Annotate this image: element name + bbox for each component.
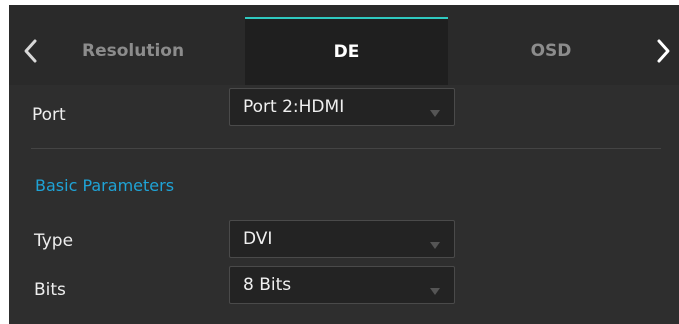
chevron-left-icon[interactable] <box>15 29 45 73</box>
caret-down-icon <box>430 235 440 249</box>
divider <box>31 148 661 149</box>
section-title-basic-parameters: Basic Parameters <box>35 176 175 195</box>
chevron-right-icon[interactable] <box>649 29 679 73</box>
bits-label: Bits <box>34 280 66 300</box>
caret-down-icon <box>430 103 440 117</box>
tab-resolution-label: Resolution <box>82 41 185 61</box>
type-select[interactable]: DVI <box>229 220 455 258</box>
tab-de-label: DE <box>333 42 360 62</box>
caret-down-icon <box>430 281 440 295</box>
port-select-value: Port 2:HDMI <box>243 97 345 117</box>
bits-select-value: 8 Bits <box>243 275 292 295</box>
tab-osd[interactable]: OSD <box>448 17 654 85</box>
tab-resolution[interactable]: Resolution <box>49 17 245 85</box>
type-select-value: DVI <box>243 229 273 249</box>
settings-panel: Resolution DE OSD Port Port 2:HDMI Basic… <box>9 5 679 324</box>
tab-bar: Resolution DE OSD <box>9 5 679 85</box>
bits-select[interactable]: 8 Bits <box>229 266 455 304</box>
port-label: Port <box>32 105 66 125</box>
port-select[interactable]: Port 2:HDMI <box>229 88 455 126</box>
tab-de[interactable]: DE <box>245 17 448 85</box>
tab-osd-label: OSD <box>530 41 572 61</box>
type-label: Type <box>34 231 74 251</box>
